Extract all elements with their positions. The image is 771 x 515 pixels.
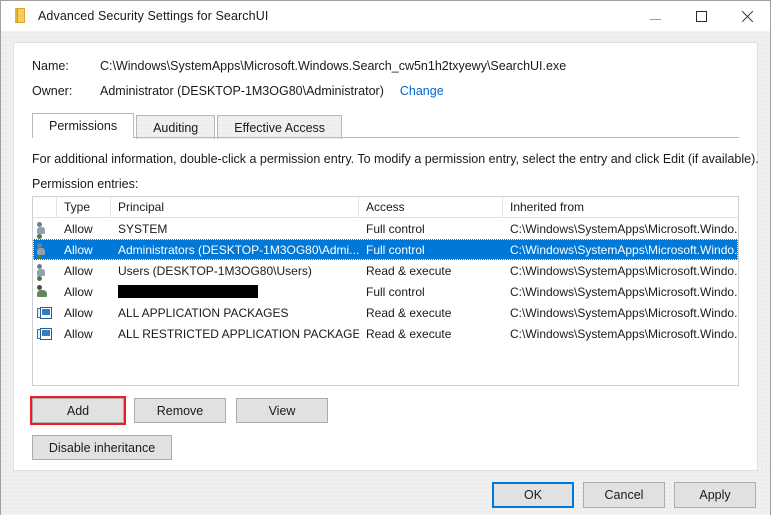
name-label: Name: — [32, 59, 100, 73]
dialog-footer: OK Cancel Apply — [1, 471, 770, 515]
column-header-type[interactable]: Type — [57, 197, 111, 217]
group-icon — [33, 239, 57, 260]
table-row[interactable]: AllowAdministrators (DESKTOP-1M3OG80\Adm… — [33, 239, 738, 260]
column-header-inherited-from[interactable]: Inherited from — [503, 197, 738, 217]
minimize-icon — [650, 19, 661, 20]
owner-label: Owner: — [32, 84, 100, 98]
cell-principal: ALL RESTRICTED APPLICATION PACKAGES — [111, 323, 359, 344]
column-header-principal[interactable]: Principal — [111, 197, 359, 217]
disable-inheritance-button[interactable]: Disable inheritance — [32, 435, 172, 460]
cell-access: Full control — [359, 239, 503, 260]
document-properties-icon — [12, 8, 28, 24]
content-panel: Name: C:\Windows\SystemApps\Microsoft.Wi… — [13, 42, 758, 471]
add-button[interactable]: Add — [32, 398, 124, 423]
group-icon — [33, 218, 57, 239]
list-body: AllowSYSTEMFull controlC:\Windows\System… — [33, 218, 738, 344]
entry-actions-row: Add Remove View — [32, 398, 739, 423]
table-row[interactable]: AllowALL APPLICATION PACKAGESRead & exec… — [33, 302, 738, 323]
cell-principal: Users (DESKTOP-1M3OG80\Users) — [111, 260, 359, 281]
maximize-icon — [696, 11, 707, 22]
cell-inherited-from: C:\Windows\SystemApps\Microsoft.Windo... — [503, 260, 738, 281]
remove-button[interactable]: Remove — [134, 398, 226, 423]
advanced-security-settings-window: Advanced Security Settings for SearchUI … — [0, 0, 771, 515]
column-header-access[interactable]: Access — [359, 197, 503, 217]
permission-entries-label: Permission entries: — [32, 177, 739, 191]
cell-inherited-from: C:\Windows\SystemApps\Microsoft.Windo... — [503, 281, 738, 302]
tab-effective-access-label: Effective Access — [234, 121, 325, 135]
tab-permissions[interactable]: Permissions — [32, 113, 134, 138]
tab-permissions-label: Permissions — [49, 119, 117, 133]
tab-effective-access[interactable]: Effective Access — [217, 115, 342, 139]
tab-strip: Permissions Auditing Effective Access — [32, 113, 739, 138]
cell-type: Allow — [57, 323, 111, 344]
table-row[interactable]: AllowUsers (DESKTOP-1M3OG80\Users)Read &… — [33, 260, 738, 281]
view-button[interactable]: View — [236, 398, 328, 423]
cell-inherited-from: C:\Windows\SystemApps\Microsoft.Windo... — [503, 323, 738, 344]
cell-principal — [111, 281, 359, 302]
cell-access: Read & execute — [359, 302, 503, 323]
cell-type: Allow — [57, 302, 111, 323]
minimize-button[interactable] — [632, 1, 678, 31]
redaction-bar — [118, 285, 258, 298]
name-value: C:\Windows\SystemApps\Microsoft.Windows.… — [100, 59, 566, 73]
cell-type: Allow — [57, 260, 111, 281]
table-row[interactable]: AllowALL RESTRICTED APPLICATION PACKAGES… — [33, 323, 738, 344]
window-title: Advanced Security Settings for SearchUI — [38, 9, 268, 23]
owner-value: Administrator (DESKTOP-1M3OG80\Administr… — [100, 84, 384, 98]
dialog-body: Name: C:\Windows\SystemApps\Microsoft.Wi… — [1, 32, 770, 471]
table-row[interactable]: Allow Full controlC:\Windows\SystemApps\M… — [33, 281, 738, 302]
tab-underline — [32, 137, 739, 138]
column-header-icon — [33, 197, 57, 217]
tab-auditing-label: Auditing — [153, 121, 198, 135]
group-icon — [33, 260, 57, 281]
title-bar: Advanced Security Settings for SearchUI — [1, 1, 770, 32]
instruction-text: For additional information, double-click… — [32, 152, 739, 166]
ok-button[interactable]: OK — [492, 482, 574, 508]
app-package-icon — [33, 302, 57, 323]
maximize-button[interactable] — [678, 1, 724, 31]
apply-button[interactable]: Apply — [674, 482, 756, 508]
close-icon — [741, 10, 754, 23]
cell-principal: Administrators (DESKTOP-1M3OG80\Admi... — [111, 239, 359, 260]
cell-principal: ALL APPLICATION PACKAGES — [111, 302, 359, 323]
cancel-button[interactable]: Cancel — [583, 482, 665, 508]
owner-row: Owner: Administrator (DESKTOP-1M3OG80\Ad… — [32, 84, 739, 98]
change-owner-link[interactable]: Change — [400, 84, 444, 98]
name-row: Name: C:\Windows\SystemApps\Microsoft.Wi… — [32, 59, 739, 73]
cell-inherited-from: C:\Windows\SystemApps\Microsoft.Windo... — [503, 302, 738, 323]
cell-access: Full control — [359, 281, 503, 302]
list-header: Type Principal Access Inherited from — [33, 197, 738, 218]
user-icon — [33, 281, 57, 302]
cell-access: Read & execute — [359, 260, 503, 281]
cell-inherited-from: C:\Windows\SystemApps\Microsoft.Windo... — [503, 218, 738, 239]
app-package-icon — [33, 323, 57, 344]
cell-type: Allow — [57, 281, 111, 302]
cell-type: Allow — [57, 218, 111, 239]
inheritance-actions-row: Disable inheritance — [32, 435, 739, 460]
cell-principal: SYSTEM — [111, 218, 359, 239]
tab-auditing[interactable]: Auditing — [136, 115, 215, 139]
close-button[interactable] — [724, 1, 770, 31]
table-row[interactable]: AllowSYSTEMFull controlC:\Windows\System… — [33, 218, 738, 239]
cell-access: Read & execute — [359, 323, 503, 344]
permission-entries-list[interactable]: Type Principal Access Inherited from All… — [32, 196, 739, 386]
cell-type: Allow — [57, 239, 111, 260]
cell-inherited-from: C:\Windows\SystemApps\Microsoft.Windo... — [503, 239, 738, 260]
cell-access: Full control — [359, 218, 503, 239]
